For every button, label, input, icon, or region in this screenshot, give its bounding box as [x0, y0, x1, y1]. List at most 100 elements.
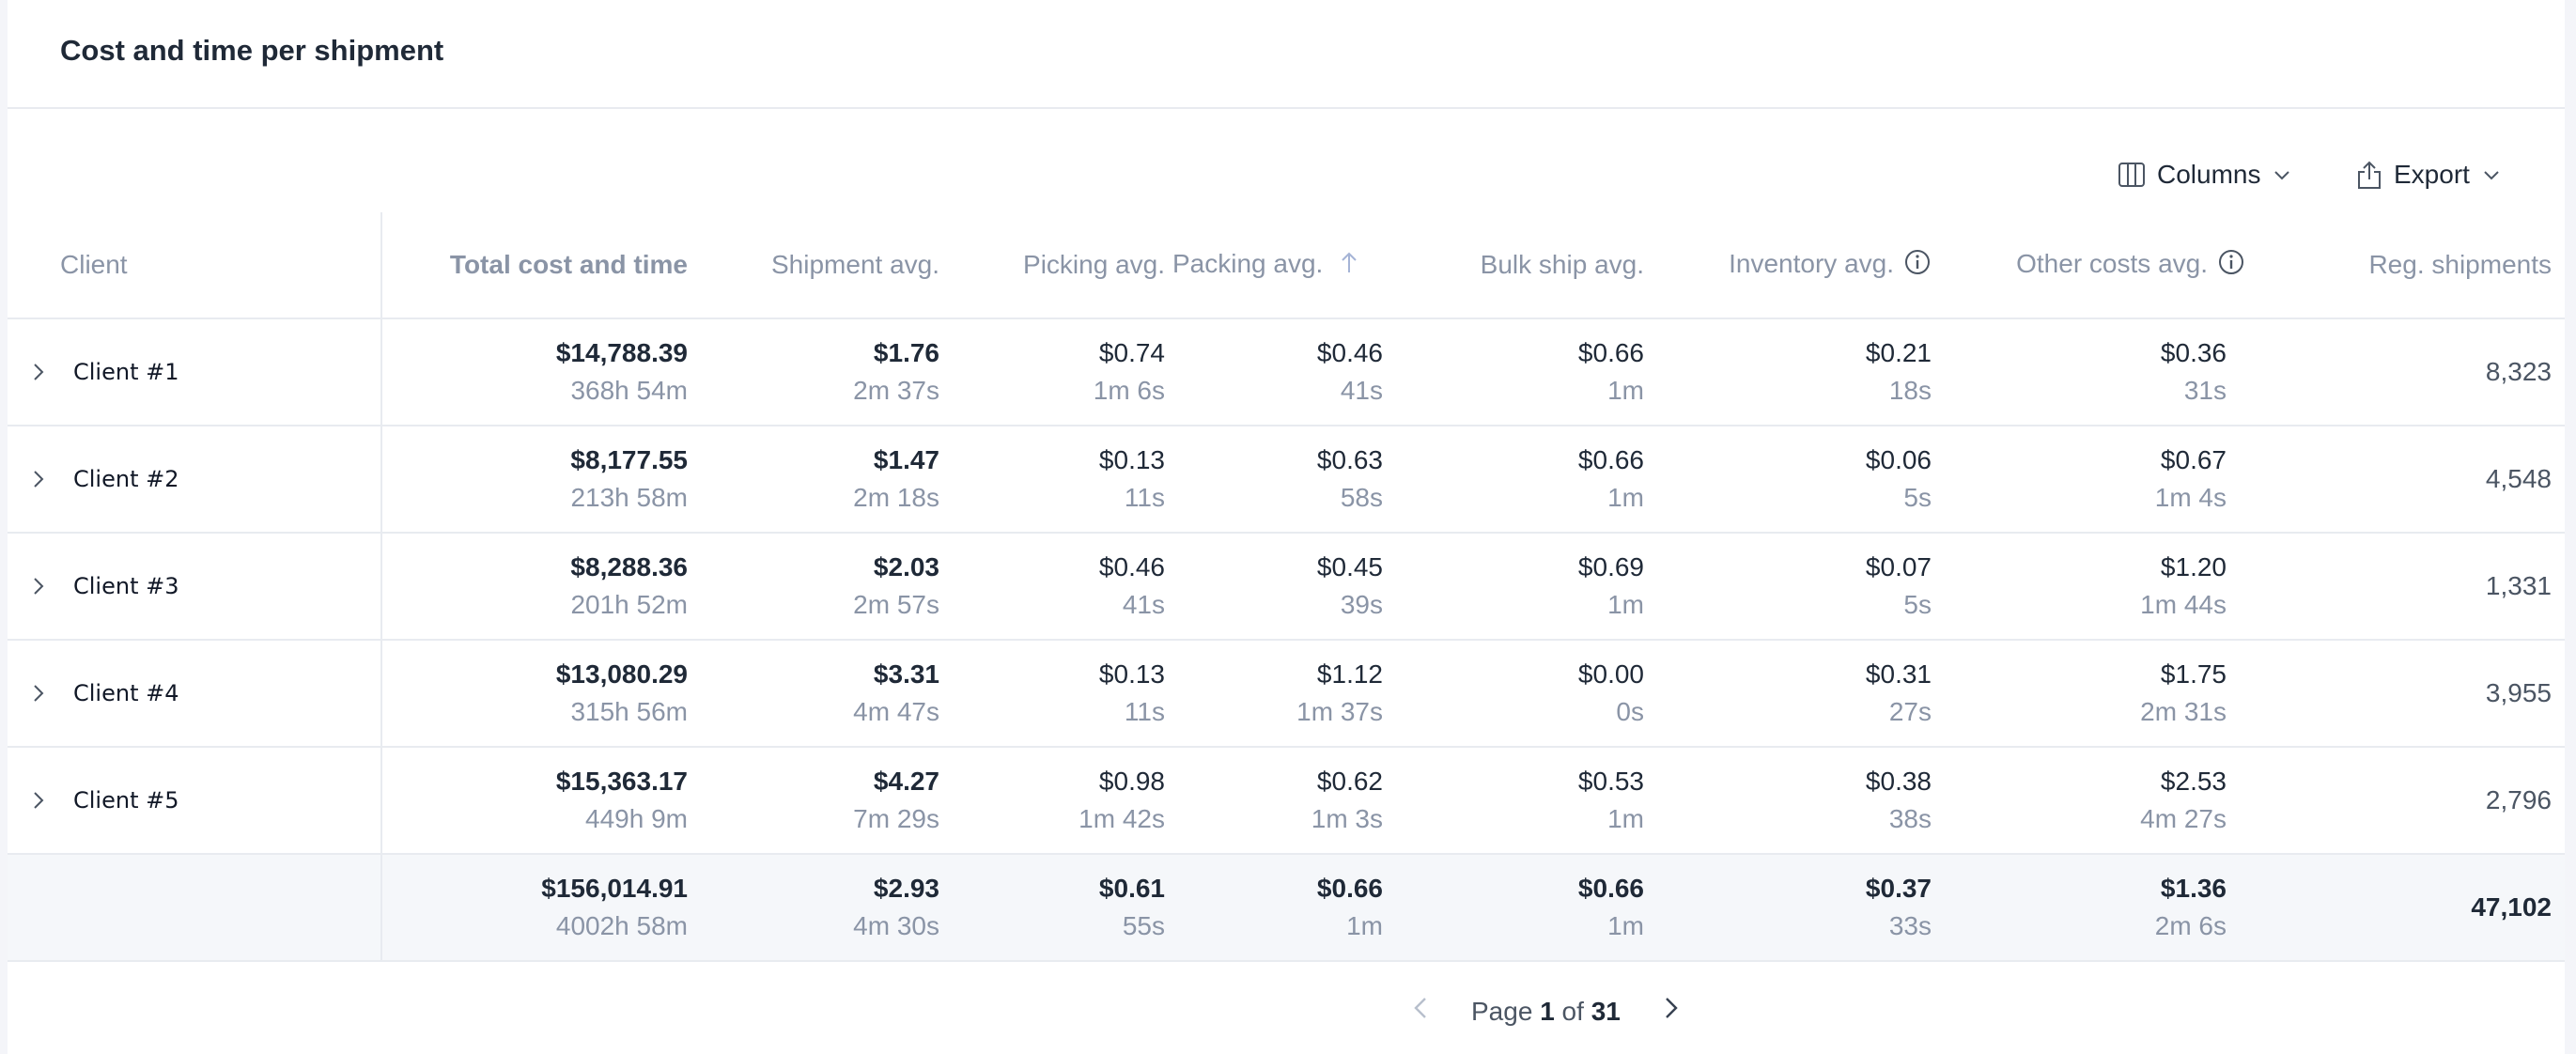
table-row[interactable]: Client #3 $8,288.36 201h 52m $2.03 2m 57s $0.… [8, 533, 2565, 641]
cell-reg-shipments: 4,548 [2245, 426, 2565, 534]
column-header-client[interactable]: Client [8, 212, 382, 319]
cell-total-time: 4002h 58m [555, 911, 688, 940]
export-button[interactable]: Export [2356, 156, 2502, 194]
table-row[interactable]: Client #1 $14,788.39 368h 54m $1.76 2m 37s $0… [8, 318, 2565, 426]
cell-bulk-time: 0s [1616, 697, 1644, 726]
cell-picking-cost: $0.46 [1098, 552, 1165, 581]
cell-shipment-cost: $2.93 [873, 874, 939, 903]
totals-row: $156,014.91 4002h 58m $2.93 4m 30s $0.61 55s $… [8, 854, 2565, 962]
cell-inventory-cost: $0.37 [1865, 874, 1932, 903]
cell-other-cost: $2.53 [2160, 767, 2227, 796]
info-circle-icon[interactable] [1903, 248, 1932, 283]
page-scrollbar-track [2565, 0, 2576, 1054]
cell-packing-time: 1m 3s [1311, 804, 1383, 833]
cell-inventory-cost: $0.38 [1865, 767, 1932, 796]
cell-bulk-time: 1m [1607, 483, 1644, 512]
column-header-bulk[interactable]: Bulk ship avg. [1398, 212, 1644, 319]
client-name[interactable]: Client #3 [73, 573, 179, 599]
client-name[interactable]: Client #1 [73, 359, 179, 385]
cell-total: $8,288.36 201h 52m [381, 533, 688, 641]
cell-picking: $0.13 11s [939, 426, 1165, 534]
columns-button[interactable]: Columns [2118, 156, 2292, 194]
cell-reg-shipments: 1,331 [2245, 533, 2565, 641]
cell-picking: $0.98 1m 42s [939, 747, 1165, 855]
cell-bulk: $0.66 1m [1398, 426, 1644, 534]
table-header-row: Client Total cost and time Shipment avg.… [8, 212, 2565, 319]
cell-total-cost: $14,788.39 [555, 338, 688, 367]
table-row[interactable]: Client #4 $13,080.29 315h 56m $3.31 4m 47s $0… [8, 640, 2565, 748]
arrow-up-icon [1340, 250, 1358, 281]
cell-packing: $0.62 1m 3s [1165, 747, 1398, 855]
cell-bulk-cost: $0.66 [1577, 874, 1644, 903]
column-header-other[interactable]: Other costs avg. [1932, 212, 2245, 319]
cell-picking-time: 11s [1124, 483, 1165, 512]
table-row[interactable]: Client #5 $15,363.17 449h 9m $4.27 7m 29s $0.… [8, 747, 2565, 855]
cell-packing: $0.66 1m [1165, 854, 1398, 962]
column-header-picking[interactable]: Picking avg. [939, 212, 1165, 319]
cell-picking-time: 11s [1124, 697, 1165, 726]
next-page-button[interactable] [1658, 994, 1683, 1029]
client-name[interactable]: Client #4 [73, 680, 179, 706]
cell-other: $1.20 1m 44s [1932, 533, 2245, 641]
column-header-inventory[interactable]: Inventory avg. [1644, 212, 1932, 319]
chevron-right-icon[interactable] [26, 788, 51, 813]
cell-picking: $0.61 55s [939, 854, 1165, 962]
cell-total-time: 315h 56m [570, 697, 688, 726]
cell-bulk-time: 1m [1607, 376, 1644, 405]
cell-other-time: 2m 6s [2154, 911, 2227, 940]
cell-inventory: $0.37 33s [1644, 854, 1932, 962]
cell-shipment-cost: $2.03 [873, 552, 939, 581]
chevron-right-icon[interactable] [26, 467, 51, 491]
cell-shipment: $2.93 4m 30s [688, 854, 939, 962]
chevron-down-icon [2481, 164, 2502, 185]
column-header-shipment[interactable]: Shipment avg. [688, 212, 939, 319]
prev-page-button[interactable] [1409, 994, 1434, 1029]
cell-inventory-time: 27s [1888, 697, 1932, 726]
share-export-icon [2356, 160, 2382, 190]
cell-inventory: $0.07 5s [1644, 533, 1932, 641]
cell-total-cost: $13,080.29 [555, 659, 688, 689]
cell-packing-cost: $0.66 [1316, 874, 1383, 903]
export-button-label: Export [2394, 160, 2470, 189]
cell-inventory-cost: $0.07 [1865, 552, 1932, 581]
cell-picking-cost: $0.98 [1098, 767, 1165, 796]
cell-bulk-cost: $0.66 [1577, 338, 1644, 367]
chevron-right-icon[interactable] [26, 681, 51, 705]
cell-other-time: 2m 31s [2140, 697, 2227, 726]
column-header-total[interactable]: Total cost and time [381, 212, 688, 319]
card-header: Cost and time per shipment [8, 0, 2565, 109]
column-header-reg-shipments[interactable]: Reg. shipments [2245, 212, 2565, 319]
cell-bulk: $0.00 0s [1398, 640, 1644, 748]
cell-packing: $0.63 58s [1165, 426, 1398, 534]
cell-other-cost: $0.67 [2160, 445, 2227, 474]
pagination: Page 1 of 31 [1409, 994, 1683, 1029]
chevron-right-icon[interactable] [26, 360, 51, 384]
cell-client: Client #3 [8, 533, 382, 641]
cell-shipment-time: 2m 37s [853, 376, 939, 405]
cell-packing-cost: $1.12 [1316, 659, 1383, 689]
cell-picking-time: 55s [1122, 911, 1165, 940]
cell-shipment-cost: $4.27 [873, 767, 939, 796]
cell-inventory-time: 5s [1903, 483, 1932, 512]
cell-reg-shipments: 2,796 [2245, 747, 2565, 855]
cell-packing-cost: $0.63 [1316, 445, 1383, 474]
cell-packing-time: 58s [1340, 483, 1383, 512]
cell-shipment-time: 4m 30s [853, 911, 939, 940]
cell-picking-time: 41s [1122, 590, 1165, 619]
cell-other-cost: $0.36 [2160, 338, 2227, 367]
column-header-packing[interactable]: Packing avg. [1165, 212, 1398, 319]
cell-other-cost: $1.20 [2160, 552, 2227, 581]
table-row[interactable]: Client #2 $8,177.55 213h 58m $1.47 2m 18s $0.… [8, 426, 2565, 534]
client-name[interactable]: Client #2 [73, 466, 179, 492]
chevron-right-icon[interactable] [26, 574, 51, 598]
cell-other: $2.53 4m 27s [1932, 747, 2245, 855]
info-circle-icon[interactable] [2217, 248, 2245, 283]
cell-inventory-time: 5s [1903, 590, 1932, 619]
cell-inventory-cost: $0.06 [1865, 445, 1932, 474]
cell-client: Client #2 [8, 426, 382, 534]
client-name[interactable]: Client #5 [73, 787, 179, 814]
cell-client: Client #4 [8, 640, 382, 748]
cell-picking: $0.46 41s [939, 533, 1165, 641]
cell-total: $8,177.55 213h 58m [381, 426, 688, 534]
cell-bulk-cost: $0.69 [1577, 552, 1644, 581]
